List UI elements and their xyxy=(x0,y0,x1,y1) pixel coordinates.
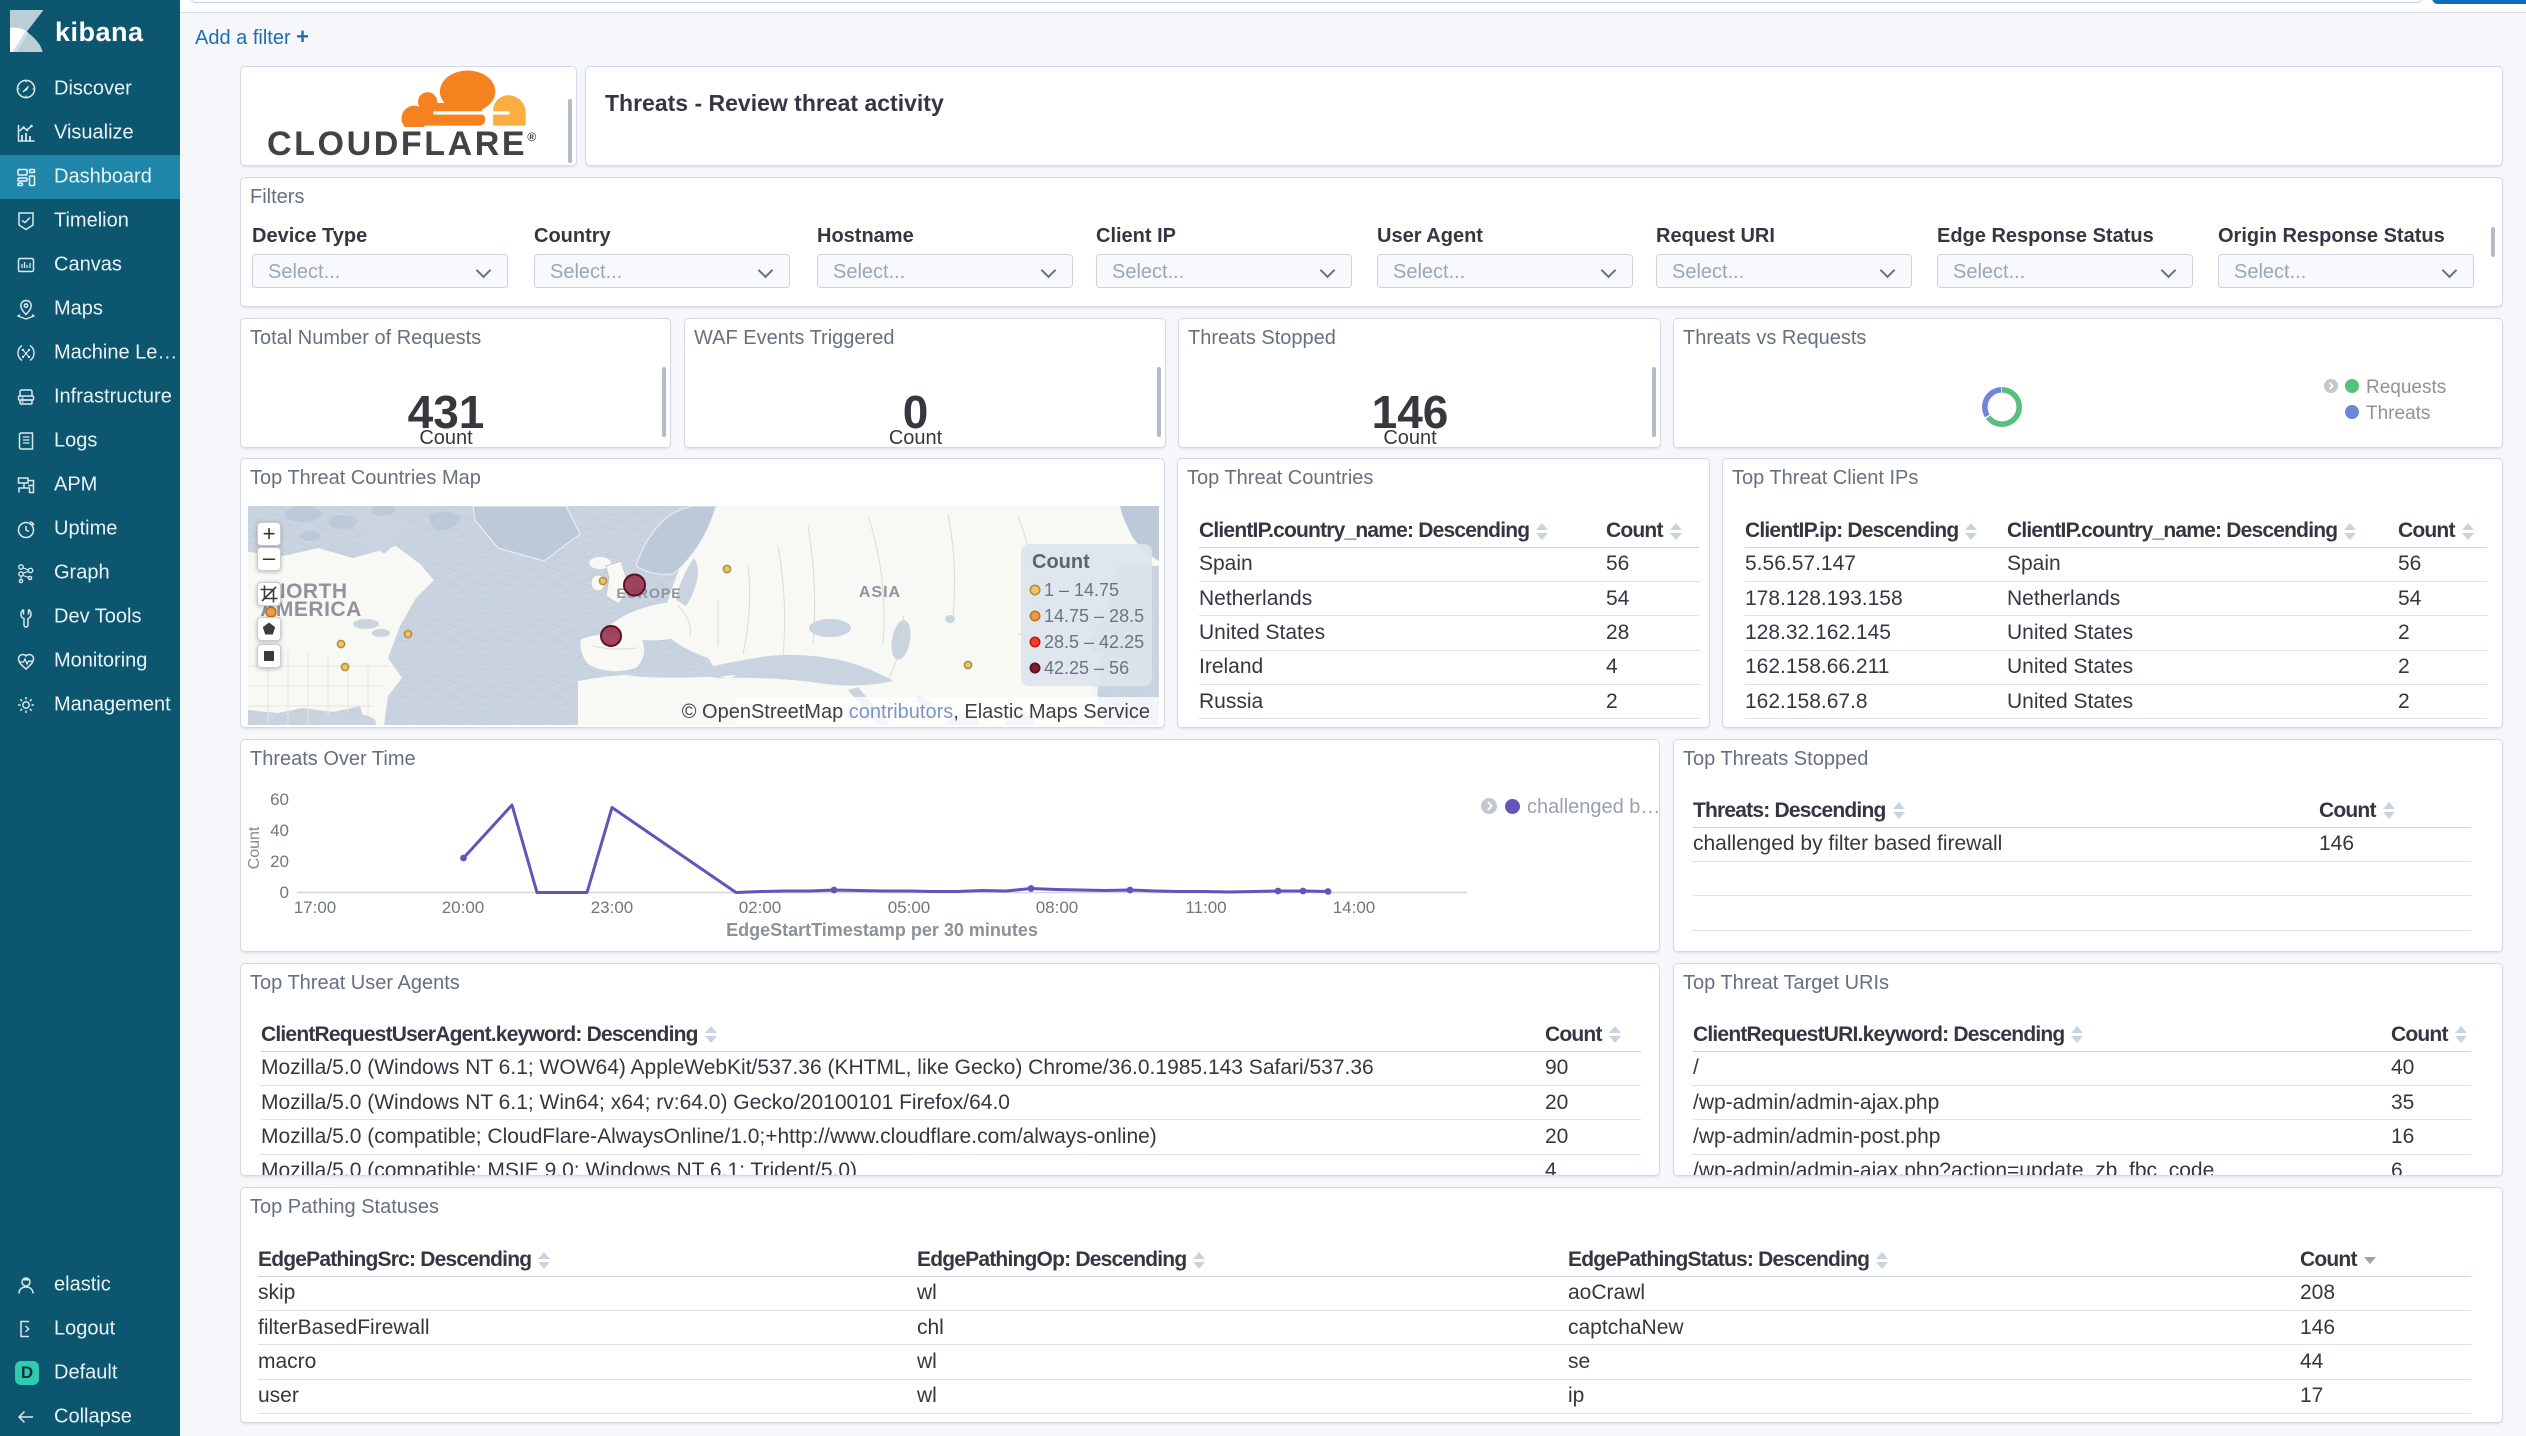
svg-text:60: 60 xyxy=(270,790,289,809)
svg-text:11:00: 11:00 xyxy=(1185,898,1226,917)
svg-text:02:00: 02:00 xyxy=(739,898,782,917)
svg-text:ASIA: ASIA xyxy=(859,584,901,601)
svg-text:EdgeStartTimestamp per 30 minu: EdgeStartTimestamp per 30 minutes xyxy=(726,920,1038,940)
svg-text:1 – 14.75: 1 – 14.75 xyxy=(1044,580,1119,600)
svg-text:08:00: 08:00 xyxy=(1036,898,1079,917)
svg-text:14.75 – 28.5: 14.75 – 28.5 xyxy=(1044,606,1144,626)
svg-text:20: 20 xyxy=(270,852,289,871)
svg-text:05:00: 05:00 xyxy=(888,898,931,917)
svg-text:42.25 – 56: 42.25 – 56 xyxy=(1044,658,1129,678)
svg-text:Count: Count xyxy=(246,826,263,869)
svg-text:© OpenStreetMap contributors,: © OpenStreetMap contributors, Elastic Ma… xyxy=(682,701,1150,723)
svg-text:Count: Count xyxy=(1032,551,1090,573)
svg-text:0: 0 xyxy=(280,883,289,902)
svg-text:14:00: 14:00 xyxy=(1333,898,1376,917)
svg-text:40: 40 xyxy=(270,821,289,840)
svg-text:28.5 – 42.25: 28.5 – 42.25 xyxy=(1044,632,1144,652)
svg-text:20:00: 20:00 xyxy=(442,898,485,917)
svg-text:23:00: 23:00 xyxy=(591,898,634,917)
svg-text:17:00: 17:00 xyxy=(294,898,337,917)
